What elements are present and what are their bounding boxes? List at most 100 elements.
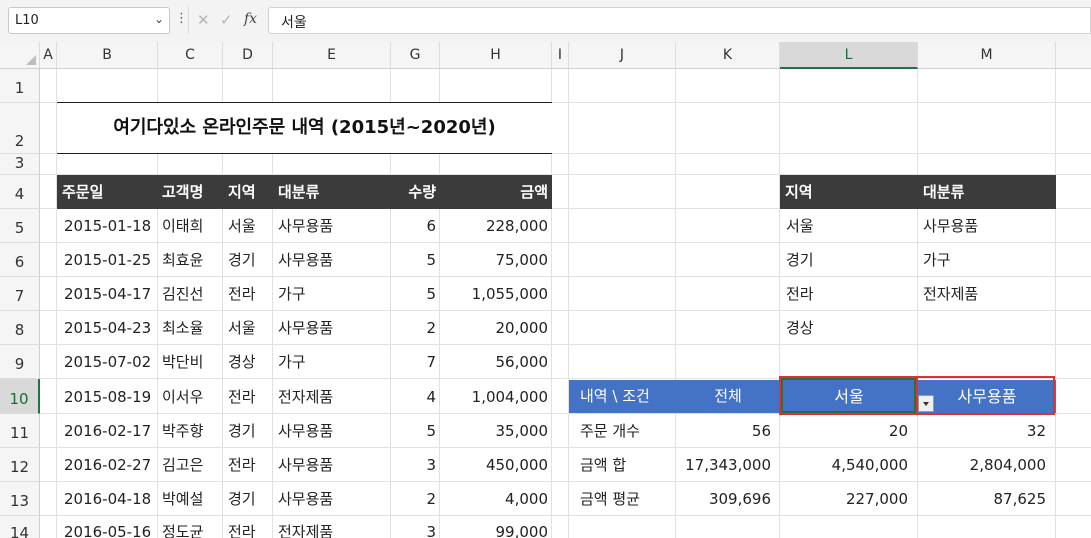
order-customer[interactable]: 정도균 [158, 516, 223, 538]
column-header-c[interactable]: C [158, 42, 223, 69]
order-category[interactable]: 전자제품 [273, 379, 391, 413]
order-amount[interactable]: 1,004,000 [440, 379, 552, 413]
order-quantity[interactable]: 6 [391, 209, 440, 243]
order-category[interactable]: 사무용품 [273, 243, 391, 277]
order-customer[interactable]: 박주향 [158, 414, 223, 448]
order-date[interactable]: 2015-04-17 [57, 277, 158, 311]
row-header-4[interactable]: 4 [0, 175, 40, 209]
order-amount[interactable]: 450,000 [440, 448, 552, 482]
column-header-a[interactable]: A [40, 42, 57, 69]
order-customer[interactable]: 최소율 [158, 311, 223, 345]
order-amount[interactable]: 75,000 [440, 243, 552, 277]
order-date[interactable]: 2015-08-19 [57, 379, 158, 413]
summary-category-value[interactable]: 87,625 [918, 482, 1056, 516]
order-customer[interactable]: 박예설 [158, 482, 223, 516]
order-customer[interactable]: 김고은 [158, 448, 223, 482]
category-list-item[interactable]: 가구 [918, 243, 1056, 277]
order-region[interactable]: 전라 [223, 379, 273, 413]
chevron-down-icon[interactable]: ⌄ [154, 12, 164, 26]
column-header-l[interactable]: L [780, 42, 918, 69]
order-quantity[interactable]: 3 [391, 448, 440, 482]
column-header-b[interactable]: B [57, 42, 158, 69]
order-region[interactable]: 경기 [223, 482, 273, 516]
order-category[interactable]: 가구 [273, 345, 391, 379]
order-customer[interactable]: 김진선 [158, 277, 223, 311]
row-header-5[interactable]: 5 [0, 209, 40, 243]
column-header-j[interactable]: J [569, 42, 676, 69]
order-category[interactable]: 전자제품 [273, 516, 391, 538]
order-region[interactable]: 전라 [223, 448, 273, 482]
order-region[interactable]: 전라 [223, 277, 273, 311]
order-date[interactable]: 2016-02-27 [57, 448, 158, 482]
order-date[interactable]: 2015-01-25 [57, 243, 158, 277]
order-amount[interactable]: 99,000 [440, 516, 552, 538]
order-quantity[interactable]: 2 [391, 482, 440, 516]
order-quantity[interactable]: 2 [391, 311, 440, 345]
row-header-12[interactable]: 12 [0, 448, 40, 482]
column-header-h[interactable]: H [440, 42, 552, 69]
order-quantity[interactable]: 5 [391, 243, 440, 277]
order-category[interactable]: 가구 [273, 277, 391, 311]
order-region[interactable]: 서울 [223, 209, 273, 243]
order-amount[interactable]: 228,000 [440, 209, 552, 243]
order-quantity[interactable]: 3 [391, 516, 440, 538]
summary-row-label[interactable]: 주문 개수 [569, 414, 676, 448]
order-quantity[interactable]: 4 [391, 379, 440, 413]
summary-category-value[interactable]: 32 [918, 414, 1056, 448]
order-date[interactable]: 2015-01-18 [57, 209, 158, 243]
row-header-10[interactable]: 10 [0, 379, 40, 414]
order-date[interactable]: 2015-04-23 [57, 311, 158, 345]
row-header-8[interactable]: 8 [0, 311, 40, 345]
order-category[interactable]: 사무용품 [273, 448, 391, 482]
order-category[interactable]: 사무용품 [273, 311, 391, 345]
order-quantity[interactable]: 5 [391, 277, 440, 311]
summary-total-value[interactable]: 56 [676, 414, 780, 448]
column-header-g[interactable]: G [391, 42, 440, 69]
summary-region-value[interactable]: 4,540,000 [780, 448, 918, 482]
order-region[interactable]: 경기 [223, 414, 273, 448]
order-amount[interactable]: 35,000 [440, 414, 552, 448]
order-customer[interactable]: 최효윤 [158, 243, 223, 277]
region-list-item[interactable]: 서울 [780, 209, 918, 243]
column-header-i[interactable]: I [552, 42, 569, 69]
order-category[interactable]: 사무용품 [273, 482, 391, 516]
summary-row-label[interactable]: 금액 합 [569, 448, 676, 482]
order-date[interactable]: 2016-04-18 [57, 482, 158, 516]
confirm-icon[interactable]: ✓ [220, 11, 233, 29]
insert-function-icon[interactable]: fx [244, 11, 257, 27]
summary-region-value[interactable]: 227,000 [780, 482, 918, 516]
select-all-button[interactable] [0, 42, 40, 69]
order-amount[interactable]: 1,055,000 [440, 277, 552, 311]
summary-total-value[interactable]: 17,343,000 [676, 448, 780, 482]
order-region[interactable]: 경상 [223, 345, 273, 379]
summary-total-value[interactable]: 309,696 [676, 482, 780, 516]
summary-row-label[interactable]: 금액 평균 [569, 482, 676, 516]
row-header-3[interactable]: 3 [0, 154, 40, 175]
order-region[interactable]: 서울 [223, 311, 273, 345]
order-amount[interactable]: 20,000 [440, 311, 552, 345]
cancel-icon[interactable]: ✕ [197, 11, 210, 29]
region-list-item[interactable]: 경상 [780, 311, 918, 345]
row-header-14[interactable]: 14 [0, 516, 40, 538]
summary-category-value[interactable]: 2,804,000 [918, 448, 1056, 482]
order-amount[interactable]: 56,000 [440, 345, 552, 379]
order-amount[interactable]: 4,000 [440, 482, 552, 516]
column-header-k[interactable]: K [676, 42, 780, 69]
order-category[interactable]: 사무용품 [273, 209, 391, 243]
row-header-6[interactable]: 6 [0, 243, 40, 277]
order-category[interactable]: 사무용품 [273, 414, 391, 448]
column-header-e[interactable]: E [273, 42, 391, 69]
name-box[interactable]: L10 ⌄ [8, 7, 170, 34]
order-quantity[interactable]: 5 [391, 414, 440, 448]
order-region[interactable]: 경기 [223, 243, 273, 277]
order-customer[interactable]: 이태희 [158, 209, 223, 243]
region-list-item[interactable]: 전라 [780, 277, 918, 311]
region-list-item[interactable]: 경기 [780, 243, 918, 277]
column-header-d[interactable]: D [223, 42, 273, 69]
order-customer[interactable]: 이서우 [158, 379, 223, 413]
order-customer[interactable]: 박단비 [158, 345, 223, 379]
formula-input[interactable]: 서울 [268, 7, 1091, 34]
row-header-1[interactable]: 1 [0, 69, 40, 103]
row-header-9[interactable]: 9 [0, 345, 40, 379]
dropdown-arrow-icon[interactable] [918, 395, 934, 412]
